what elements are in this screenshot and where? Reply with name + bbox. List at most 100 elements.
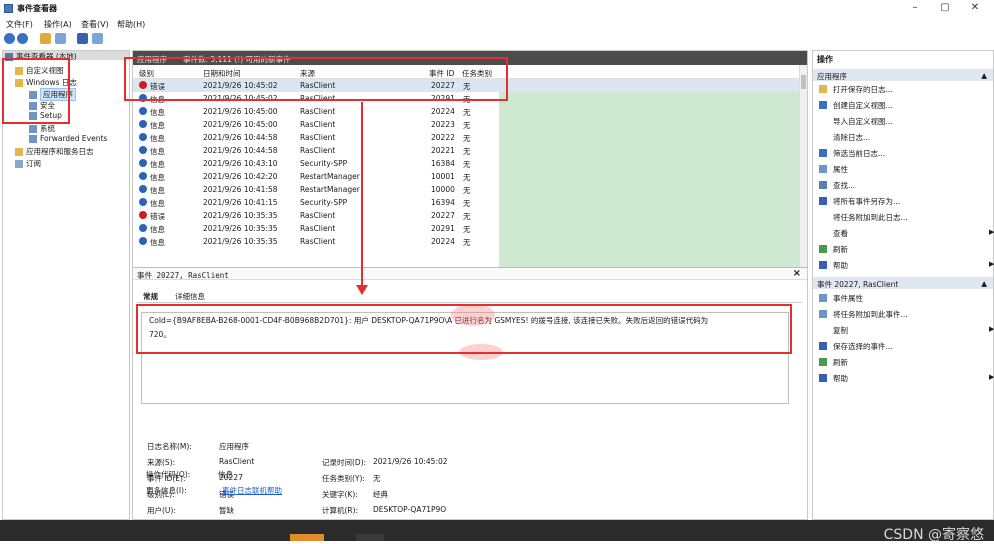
tree-item-subscriptions[interactable]: 订阅 — [15, 158, 41, 169]
actions-pane: 操作 应用程序 ▲ 打开保存的日志... 创建自定义视图... 导入自定义视图... 清… — [812, 50, 994, 520]
close-icon[interactable]: × — [793, 268, 801, 279]
cell-level: 错误 — [150, 212, 165, 221]
cell-event-id: 20223 — [431, 120, 455, 129]
help-icon[interactable] — [77, 33, 88, 44]
actions-section-event[interactable]: 事件 20227, RasClient ▲ — [813, 277, 993, 289]
cell-datetime: 2021/9/26 10:45:00 — [203, 120, 278, 129]
annotation-box-message — [136, 304, 792, 354]
cell-category: 无 — [463, 160, 471, 169]
cell-category: 无 — [463, 147, 471, 156]
cell-datetime: 2021/9/26 10:44:58 — [203, 133, 278, 142]
table-row[interactable]: 信息 2021/9/26 10:41:15 Security-SPP 16394 无 — [133, 196, 799, 209]
info-icon — [139, 198, 147, 206]
cell-source: RasClient — [300, 211, 336, 220]
table-row[interactable]: 信息 2021/9/26 10:35:35 RasClient 20224 无 — [133, 235, 799, 248]
minimize-button[interactable]: – — [900, 1, 930, 15]
table-row[interactable]: 信息 2021/9/26 10:42:20 RestartManager 10001 无 — [133, 170, 799, 183]
up-folder-icon[interactable] — [40, 33, 51, 44]
info-icon — [139, 224, 147, 232]
table-row[interactable]: 信息 2021/9/26 10:45:00 RasClient 20223 无 — [133, 118, 799, 131]
table-row[interactable]: 信息 2021/9/26 10:35:35 RasClient 20291 无 — [133, 222, 799, 235]
cell-datetime: 2021/9/26 10:44:58 — [203, 146, 278, 155]
cell-level: 信息 — [150, 134, 165, 143]
tab-details[interactable]: 详细信息 — [175, 291, 205, 302]
center-pane: 应用程序 事件数: 5,111 (!) 可用的新事件 级别 日期和时间 来源 事… — [132, 50, 808, 520]
show-hide-action-pane-icon[interactable] — [92, 33, 103, 44]
attach-task-icon — [819, 310, 827, 318]
toolbar — [0, 31, 994, 47]
submenu-arrow-icon: ▶ — [989, 228, 994, 236]
table-row[interactable]: 信息 2021/9/26 10:45:00 RasClient 20224 无 — [133, 105, 799, 118]
cell-datetime: 2021/9/26 10:41:15 — [203, 198, 278, 207]
cell-event-id: 10000 — [431, 185, 455, 194]
close-button[interactable]: ✕ — [960, 1, 990, 15]
cell-category: 无 — [463, 173, 471, 182]
online-help-link[interactable]: 事件日志联机帮助 — [222, 485, 282, 496]
table-row[interactable]: 错误 2021/9/26 10:35:35 RasClient 20227 无 — [133, 209, 799, 222]
submenu-arrow-icon: ▶ — [989, 325, 994, 333]
cell-source: RasClient — [300, 107, 336, 116]
cell-datetime: 2021/9/26 10:41:58 — [203, 185, 278, 194]
cell-event-id: 20224 — [431, 107, 455, 116]
tree-item-forwarded-events[interactable]: Forwarded Events — [29, 134, 107, 143]
menu-help[interactable]: 帮助(H) — [117, 19, 145, 30]
table-row[interactable]: 信息 2021/9/26 10:43:10 Security-SPP 16384 无 — [133, 157, 799, 170]
help-icon — [819, 261, 827, 269]
cell-category: 无 — [463, 238, 471, 247]
filter-icon — [819, 101, 827, 109]
table-row[interactable]: 信息 2021/9/26 10:44:58 RasClient 20222 无 — [133, 131, 799, 144]
info-icon — [139, 120, 147, 128]
cell-level: 信息 — [150, 173, 165, 182]
grid-scrollbar[interactable] — [799, 65, 807, 271]
cell-source: RasClient — [300, 133, 336, 142]
table-row[interactable]: 信息 2021/9/26 10:41:58 RestartManager 10000 无 — [133, 183, 799, 196]
info-icon — [139, 185, 147, 193]
save-icon — [819, 197, 827, 205]
cell-source: Security-SPP — [300, 159, 348, 168]
properties-icon — [819, 294, 827, 302]
info-icon — [139, 107, 147, 115]
info-icon — [139, 133, 147, 141]
watermark: CSDN @寄察悠 — [883, 527, 984, 543]
tree-item-system[interactable]: 系统 — [29, 123, 55, 134]
actions-section-application[interactable]: 应用程序 ▲ — [813, 69, 993, 81]
cell-datetime: 2021/9/26 10:35:35 — [203, 224, 278, 233]
detail-header: 事件 20227, RasClient — [137, 271, 229, 280]
import-icon — [819, 117, 827, 125]
cell-level: 信息 — [150, 238, 165, 247]
cell-level: 信息 — [150, 160, 165, 169]
cell-event-id: 16394 — [431, 198, 455, 207]
cell-event-id: 20227 — [431, 211, 455, 220]
submenu-arrow-icon: ▶ — [989, 260, 994, 268]
refresh-icon — [819, 245, 827, 253]
info-icon — [139, 159, 147, 167]
cell-level: 信息 — [150, 186, 165, 195]
cell-datetime: 2021/9/26 10:45:00 — [203, 107, 278, 116]
info-icon — [139, 146, 147, 154]
cell-level: 信息 — [150, 225, 165, 234]
annotation-box-row — [124, 57, 508, 101]
cell-source: RasClient — [300, 224, 336, 233]
refresh-icon — [819, 358, 827, 366]
menu-action[interactable]: 操作(A) — [44, 19, 72, 30]
forward-arrow-icon[interactable] — [17, 33, 28, 44]
cell-category: 无 — [463, 186, 471, 195]
window-title: 事件查看器 — [17, 4, 57, 13]
save-icon — [819, 342, 827, 350]
menu-view[interactable]: 查看(V) — [81, 19, 109, 30]
table-row[interactable]: 信息 2021/9/26 10:44:58 RasClient 20221 无 — [133, 144, 799, 157]
actions-title: 操作 — [817, 55, 833, 64]
tree-item-app-service-logs[interactable]: 应用程序和服务日志 — [15, 146, 94, 157]
menu-file[interactable]: 文件(F) — [6, 19, 33, 30]
back-arrow-icon[interactable] — [4, 33, 15, 44]
maximize-button[interactable]: ▢ — [930, 1, 960, 15]
show-hide-tree-icon[interactable] — [55, 33, 66, 44]
annotation-arrow — [361, 102, 363, 285]
annotation-arrow-head — [356, 285, 368, 295]
cell-event-id: 20224 — [431, 237, 455, 246]
cell-source: RasClient — [300, 120, 336, 129]
help-icon — [819, 374, 827, 382]
tab-general[interactable]: 常规 — [143, 291, 158, 302]
cell-datetime: 2021/9/26 10:42:20 — [203, 172, 278, 181]
open-folder-icon — [819, 85, 827, 93]
